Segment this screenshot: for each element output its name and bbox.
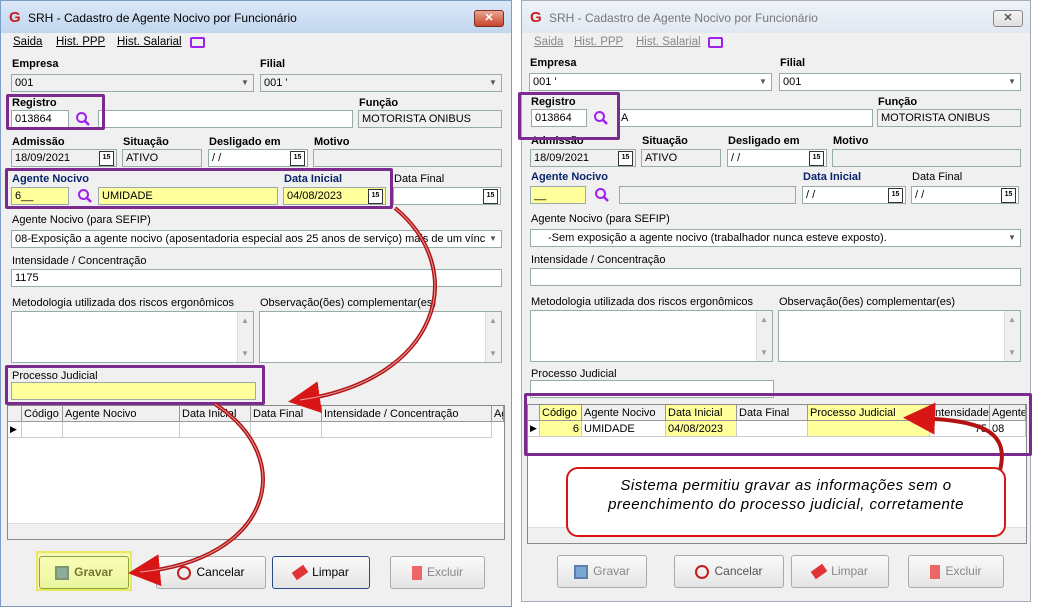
callout-line: preenchimento do processo judicial, corr… bbox=[608, 496, 964, 513]
arrow bbox=[128, 402, 265, 587]
arrow bbox=[288, 206, 437, 413]
arrow bbox=[903, 402, 1004, 471]
annotation-callout: Sistema permitiu gravar as informações s… bbox=[566, 467, 1006, 537]
callout-line: Sistema permitiu gravar as informações s… bbox=[620, 477, 952, 494]
